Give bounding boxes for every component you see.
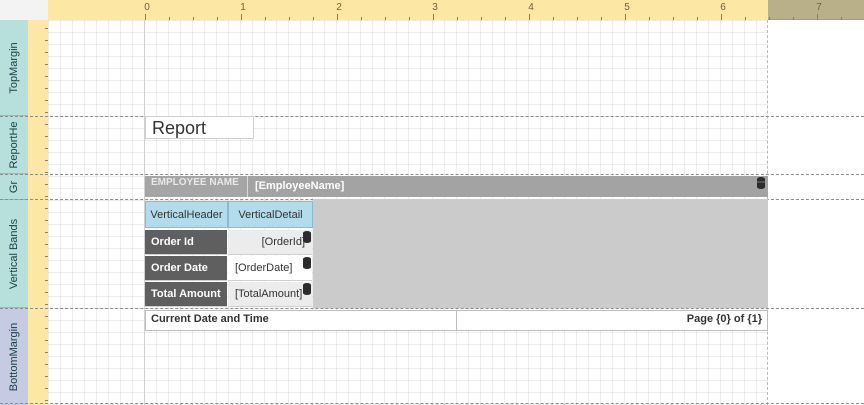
order-id-field[interactable]: [OrderId]	[228, 230, 312, 255]
ruler-number: 4	[528, 2, 534, 13]
band-label: ReportHe	[8, 120, 20, 169]
band-tab-group-header[interactable]: Gr	[0, 174, 28, 200]
band-tab-vertical-bands[interactable]: Vertical Bands	[0, 200, 28, 308]
employee-name-field[interactable]: [EmployeeName]	[249, 176, 749, 197]
vertical-header-tab[interactable]: VerticalHeader	[145, 201, 228, 228]
band-label: Vertical Bands	[8, 218, 20, 289]
ruler-number: 0	[144, 2, 150, 13]
band-separator[interactable]	[0, 174, 864, 175]
ruler-number: 1	[240, 2, 246, 13]
band-label: Gr	[8, 180, 20, 193]
band-separator[interactable]	[0, 308, 864, 309]
page-number-field[interactable]: Page {0} of {1}	[457, 310, 768, 331]
vertical-ruler	[28, 20, 48, 405]
ruler-corner	[0, 0, 48, 20]
total-amount-label[interactable]: Total Amount	[145, 282, 227, 307]
ruler-tick	[793, 17, 794, 20]
database-icon[interactable]	[303, 283, 311, 295]
band-tab-bottom-margin[interactable]: BottomMargin	[0, 308, 28, 405]
order-date-field[interactable]: [OrderDate]	[228, 256, 312, 281]
order-date-label[interactable]: Order Date	[145, 256, 227, 281]
current-date-time-field[interactable]: Current Date and Time	[145, 310, 457, 331]
ruler-tick	[841, 17, 842, 20]
vertical-bands-empty-area[interactable]	[313, 199, 768, 308]
order-id-label[interactable]: Order Id	[145, 230, 227, 255]
band-separator[interactable]	[0, 403, 864, 404]
ruler-number: 7	[816, 2, 822, 13]
database-icon[interactable]	[757, 177, 765, 189]
database-icon[interactable]	[303, 257, 311, 269]
horizontal-ruler-page-area	[48, 0, 768, 20]
band-label: TopMargin	[8, 41, 20, 94]
ruler-number: 5	[624, 2, 630, 13]
ruler-number: 2	[336, 2, 342, 13]
band-tab-report-header[interactable]: ReportHe	[0, 116, 28, 174]
employee-name-caption[interactable]: EMPLOYEE NAME	[145, 176, 248, 197]
total-amount-field[interactable]: [TotalAmount]	[228, 282, 312, 307]
band-separator[interactable]	[0, 116, 864, 117]
ruler-tick	[817, 14, 818, 20]
ruler-number: 3	[432, 2, 438, 13]
ruler-number: 6	[720, 2, 726, 13]
report-title-label[interactable]: Report	[145, 116, 254, 139]
ruler-tick	[769, 17, 770, 20]
band-label: BottomMargin	[8, 322, 20, 391]
vertical-detail-tab[interactable]: VerticalDetail	[228, 201, 313, 228]
database-icon[interactable]	[303, 231, 311, 243]
band-tab-top-margin[interactable]: TopMargin	[0, 20, 28, 116]
